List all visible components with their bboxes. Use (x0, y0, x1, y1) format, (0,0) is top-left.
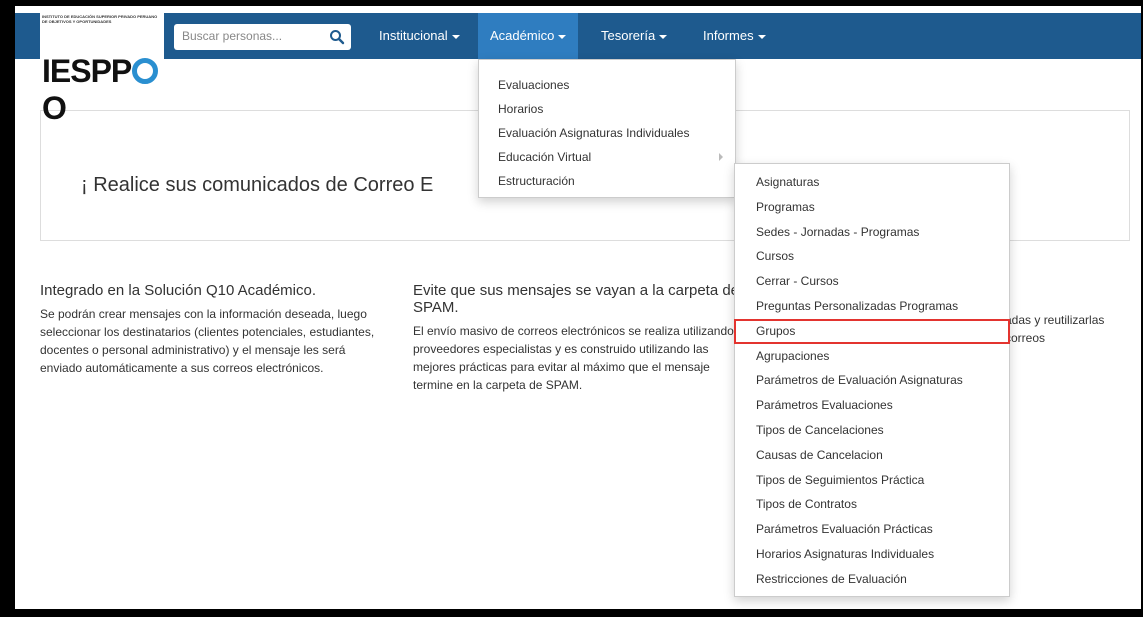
caret-down-icon (757, 34, 766, 39)
top-navbar: Institucional Académico Tesorería Inform… (15, 13, 1141, 59)
institution-logo[interactable]: INSTITUTO DE EDUCACIÓN SUPERIOR PRIVADO … (40, 11, 164, 126)
logo-ring-icon (132, 57, 159, 84)
app-frame: Institucional Académico Tesorería Inform… (15, 6, 1141, 609)
feature-integrated-title: Integrado en la Solución Q10 Académico. (40, 282, 317, 299)
logo-wordmark: IESPPO (42, 53, 164, 127)
menu-item-evaluaciones[interactable]: Evaluaciones (479, 73, 735, 97)
menu-item-educacion-virtual-label: Educación Virtual (498, 150, 592, 164)
submenu-item-agrupaciones[interactable]: Agrupaciones (735, 344, 1009, 369)
submenu-item-sedes-jornadas-programas[interactable]: Sedes - Jornadas - Programas (735, 220, 1009, 245)
submenu-item-preguntas-personalizadas[interactable]: Preguntas Personalizadas Programas (735, 294, 1009, 319)
caret-down-icon (659, 34, 668, 39)
submenu-item-parametros-evaluacion-practicas[interactable]: Parámetros Evaluación Prácticas (735, 517, 1009, 542)
caret-down-icon (558, 34, 567, 39)
nav-academico-label: Académico (490, 28, 555, 43)
feature-reuse-body: adas y reutilizarlas correos (1005, 313, 1105, 345)
menu-item-evaluacion-asignaturas-individuales[interactable]: Evaluación Asignaturas Individuales (479, 121, 735, 145)
nav-institucional-label: Institucional (379, 28, 448, 43)
submenu-item-grupos[interactable]: Grupos (734, 318, 1010, 344)
menu-item-horarios[interactable]: Horarios (479, 97, 735, 121)
nav-informes-label: Informes (703, 28, 754, 43)
logo-wordmark-left: IESPP (42, 53, 132, 89)
nav-institucional[interactable]: Institucional (367, 13, 472, 59)
search-icon[interactable] (329, 29, 345, 45)
search-box (174, 24, 351, 50)
submenu-item-tipos-contratos[interactable]: Tipos de Contratos (735, 492, 1009, 517)
submenu-item-parametros-evaluacion-asignaturas[interactable]: Parámetros de Evaluación Asignaturas (735, 368, 1009, 393)
nav-tesoreria[interactable]: Tesorería (589, 13, 679, 59)
hero-text: ¡ Realice sus comunicados de Correo E (81, 174, 434, 196)
submenu-item-programas[interactable]: Programas (735, 195, 1009, 220)
feature-spam: Evite que sus mensajes se vayan a la car… (413, 282, 753, 394)
feature-integrated-body: Se podrán crear mensajes con la informac… (40, 307, 375, 375)
menu-item-educacion-virtual[interactable]: Educación Virtual (479, 145, 735, 169)
estructuracion-submenu: Asignaturas Programas Sedes - Jornadas -… (734, 163, 1010, 597)
nav-academico[interactable]: Académico (478, 13, 579, 59)
caret-down-icon (451, 34, 460, 39)
submenu-item-asignaturas[interactable]: Asignaturas (735, 170, 1009, 195)
chevron-right-icon (719, 153, 723, 161)
submenu-item-restricciones-evaluacion[interactable]: Restricciones de Evaluación (735, 567, 1009, 592)
menu-item-estructuracion[interactable]: Estructuración (479, 169, 735, 193)
submenu-item-cerrar-cursos[interactable]: Cerrar - Cursos (735, 269, 1009, 294)
feature-reuse: adas y reutilizarlas correos (1005, 282, 1141, 347)
feature-spam-title: Evite que sus mensajes se vayan a la car… (413, 282, 740, 316)
submenu-item-horarios-asignaturas-individuales[interactable]: Horarios Asignaturas Individuales (735, 542, 1009, 567)
feature-spam-body: El envío masivo de correos electrónicos … (413, 324, 734, 392)
submenu-item-cursos[interactable]: Cursos (735, 244, 1009, 269)
logo-wordmark-right: O (42, 90, 67, 126)
academico-dropdown-menu: Evaluaciones Horarios Evaluación Asignat… (478, 59, 736, 198)
search-input[interactable] (182, 24, 322, 48)
nav-informes[interactable]: Informes (691, 13, 778, 59)
feature-integrated: Integrado en la Solución Q10 Académico. … (40, 282, 390, 377)
nav-tesoreria-label: Tesorería (601, 28, 656, 43)
submenu-item-tipos-seguimientos-practica[interactable]: Tipos de Seguimientos Práctica (735, 468, 1009, 493)
submenu-item-parametros-evaluaciones[interactable]: Parámetros Evaluaciones (735, 393, 1009, 418)
submenu-item-causas-cancelacion[interactable]: Causas de Cancelacion (735, 443, 1009, 468)
logo-subtitle: INSTITUTO DE EDUCACIÓN SUPERIOR PRIVADO … (42, 14, 158, 24)
submenu-item-tipos-cancelaciones[interactable]: Tipos de Cancelaciones (735, 418, 1009, 443)
